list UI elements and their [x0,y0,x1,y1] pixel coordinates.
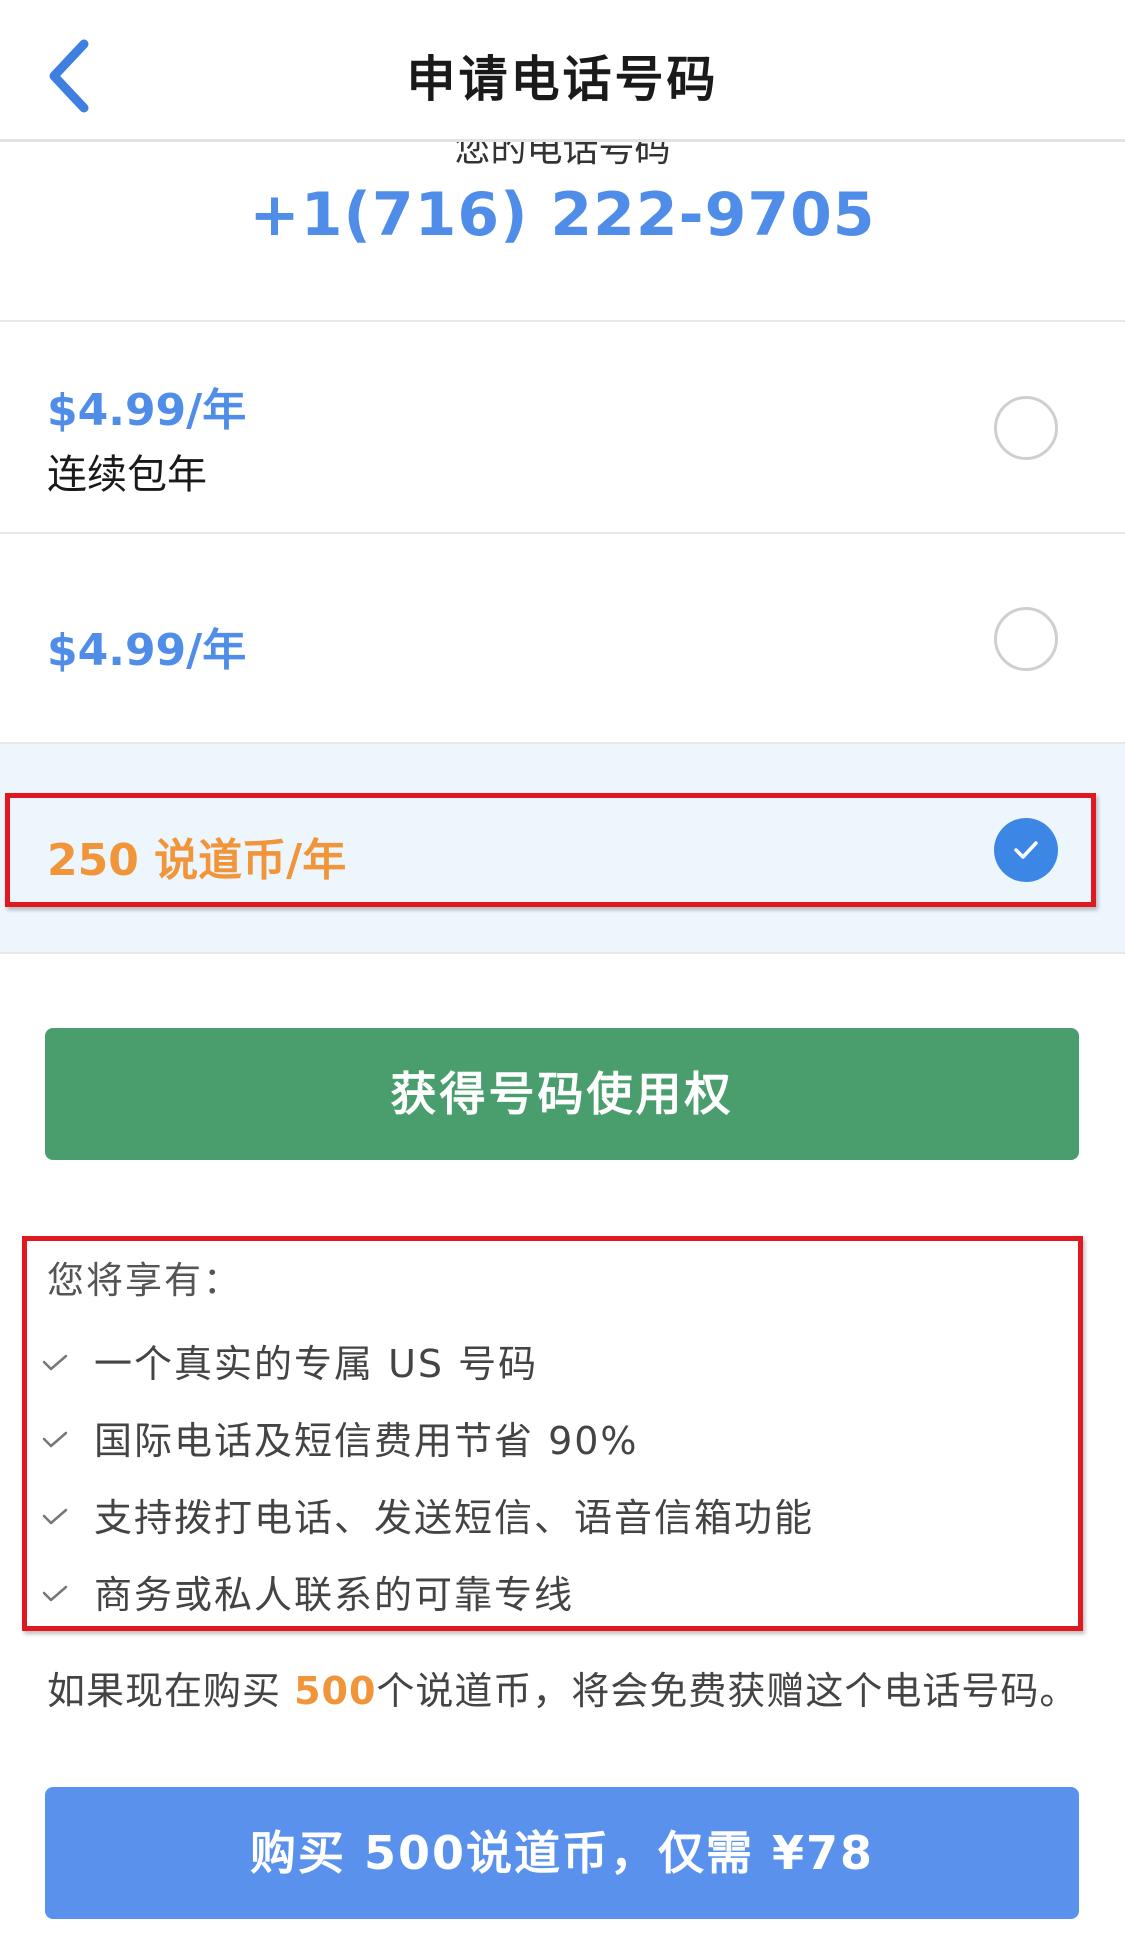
radio-button[interactable] [994,607,1058,671]
radio-button[interactable] [994,396,1058,460]
nav-bar: 申请电话号码 [0,0,1125,142]
page-title: 申请电话号码 [406,51,719,108]
radio-button-checked[interactable] [994,818,1058,882]
promo-suffix: 个说道币，将会免费获赠这个电话号码。 [376,1669,1079,1713]
check-icon [42,1508,68,1525]
benefit-text: 支持拨打电话、发送短信、语音信箱功能 [94,1496,815,1540]
benefit-text: 国际电话及短信费用节省 90% [94,1419,639,1463]
plan-subtitle: 连续包年 [47,452,207,498]
promo-highlight: 500 [294,1669,377,1713]
benefit-text: 一个真实的专属 US 号码 [94,1342,539,1386]
plan-option-auto-renew[interactable]: $4.99/年 连续包年 [0,322,1125,534]
plan-price: 250 说道币/年 [47,835,347,886]
check-icon [42,1585,68,1602]
plan-option-coins[interactable]: 250 说道币/年 [0,744,1125,954]
checkmark-icon [1014,841,1038,859]
buy-coins-button[interactable]: 购买 500说道币，仅需 ¥78 [45,1787,1079,1919]
plan-price: $4.99/年 [47,625,247,676]
phone-number-label: 您的电话号码 [454,142,671,170]
promo-text: 如果现在购买 500个说道币，将会免费获赠这个电话号码。 [47,1660,1078,1715]
plan-option-yearly[interactable]: $4.99/年 [0,534,1125,744]
phone-number: +1(716) 222-9705 [249,180,876,250]
promo-prefix: 如果现在购买 [47,1669,295,1713]
check-icon [42,1431,68,1448]
phone-number-section: 您的电话号码 +1(716) 222-9705 [0,142,1125,322]
get-number-button[interactable]: 获得号码使用权 [45,1028,1079,1160]
check-icon [42,1354,68,1371]
plan-price: $4.99/年 [47,385,247,436]
benefit-text: 商务或私人联系的可靠专线 [94,1573,575,1617]
benefits-title: 您将享有： [47,1259,242,1302]
